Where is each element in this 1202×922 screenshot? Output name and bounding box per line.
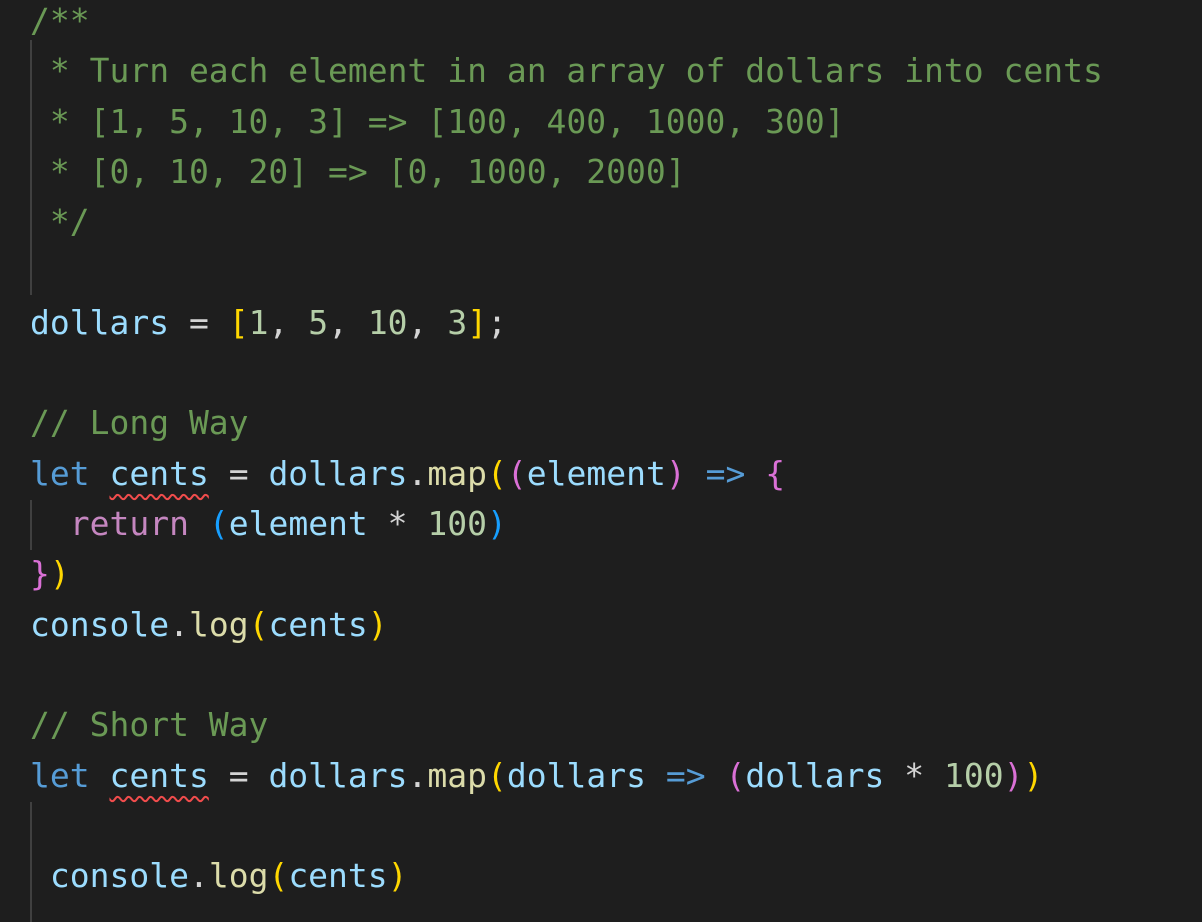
- code-token: =: [169, 302, 229, 342]
- code-token: (: [487, 453, 507, 493]
- code-token: element: [526, 453, 666, 493]
- code-token: log: [208, 856, 269, 896]
- code-line-1[interactable]: /**: [30, 0, 90, 46]
- code-token: 100: [427, 504, 488, 543]
- code-token: (: [725, 755, 746, 795]
- code-token: *: [367, 504, 428, 543]
- code-token: * Turn each element in an array of dolla…: [30, 51, 1103, 91]
- code-token: ): [387, 856, 408, 896]
- code-line-9[interactable]: // Long Way: [30, 398, 249, 448]
- code-token: ): [665, 453, 686, 493]
- code-token: * [1, 5, 10, 3] => [100, 400, 1000, 300]: [30, 101, 845, 141]
- code-line-16[interactable]: let cents = dollars.map(dollars => (doll…: [30, 751, 1043, 801]
- code-token: {: [765, 453, 786, 493]
- code-line-15[interactable]: // Short Way: [30, 700, 268, 750]
- code-line-10[interactable]: let cents = dollars.map((element) => {: [30, 449, 785, 499]
- code-line-3[interactable]: * [1, 5, 10, 3] => [100, 400, 1000, 300]: [30, 97, 845, 147]
- code-token: ): [487, 504, 507, 543]
- code-line-13[interactable]: console.log(cents): [30, 600, 388, 650]
- code-token: /**: [30, 1, 90, 40]
- code-token: * [0, 10, 20] => [0, 1000, 2000]: [30, 151, 686, 191]
- code-token: cents: [268, 604, 368, 644]
- code-token: =>: [705, 453, 746, 493]
- code-token: =: [208, 453, 269, 493]
- code-token: dollars: [268, 453, 408, 493]
- code-line-7[interactable]: dollars = [1, 5, 10, 3];: [30, 298, 507, 348]
- code-token: ;: [487, 302, 507, 342]
- code-token: cents: [288, 856, 388, 896]
- code-token: .: [169, 604, 189, 644]
- code-token: =>: [665, 755, 706, 795]
- code-token: [: [228, 302, 249, 342]
- code-token: */: [30, 202, 90, 242]
- code-token: .: [407, 453, 428, 493]
- code-token: map: [427, 453, 487, 493]
- code-token: dollars: [30, 302, 170, 342]
- code-token: console: [30, 604, 170, 644]
- code-line-12[interactable]: }): [30, 549, 70, 599]
- code-editor[interactable]: /** * Turn each element in an array of d…: [0, 0, 1202, 922]
- code-token: map: [427, 755, 487, 795]
- code-token: 100: [944, 755, 1004, 795]
- code-token: ): [1003, 755, 1024, 795]
- code-token: (: [506, 453, 527, 493]
- code-token: ,: [328, 302, 368, 342]
- code-line-2[interactable]: * Turn each element in an array of dolla…: [30, 46, 1103, 96]
- code-token: let: [30, 453, 90, 493]
- code-token: 10: [367, 302, 408, 342]
- code-token: dollars: [745, 755, 885, 795]
- code-token: element: [228, 504, 368, 543]
- code-token: (: [268, 856, 289, 896]
- code-token: }: [30, 554, 50, 594]
- code-token: (: [248, 604, 269, 644]
- code-token: *: [884, 755, 945, 795]
- code-token: =: [208, 755, 269, 795]
- code-token: ): [1023, 755, 1044, 795]
- code-token: 3: [447, 302, 468, 342]
- code-token: dollars: [506, 755, 646, 795]
- code-token: .: [188, 856, 209, 896]
- code-token: let: [30, 755, 90, 795]
- code-token: // Short Way: [30, 705, 269, 745]
- code-line-18[interactable]: console.log(cents): [30, 851, 408, 901]
- code-token: ): [49, 554, 70, 594]
- error-token: cents: [109, 453, 209, 493]
- code-token: (: [208, 504, 229, 543]
- code-token: ,: [407, 302, 448, 342]
- code-token: ): [367, 604, 388, 644]
- code-token: (: [487, 755, 507, 795]
- code-token: log: [188, 604, 249, 644]
- code-line-4[interactable]: * [0, 10, 20] => [0, 1000, 2000]: [30, 147, 686, 197]
- code-token: ,: [268, 302, 309, 342]
- code-token: 5: [308, 302, 329, 342]
- code-line-5[interactable]: */: [30, 197, 90, 247]
- code-token: console: [49, 856, 189, 896]
- code-token: 1: [248, 302, 269, 342]
- code-token: ]: [467, 302, 488, 342]
- code-token: .: [407, 755, 428, 795]
- code-line-11[interactable]: return (element * 100): [30, 499, 507, 549]
- code-token: // Long Way: [30, 403, 249, 443]
- error-token: cents: [109, 755, 209, 795]
- code-token: return: [69, 504, 189, 543]
- code-token: dollars: [268, 755, 408, 795]
